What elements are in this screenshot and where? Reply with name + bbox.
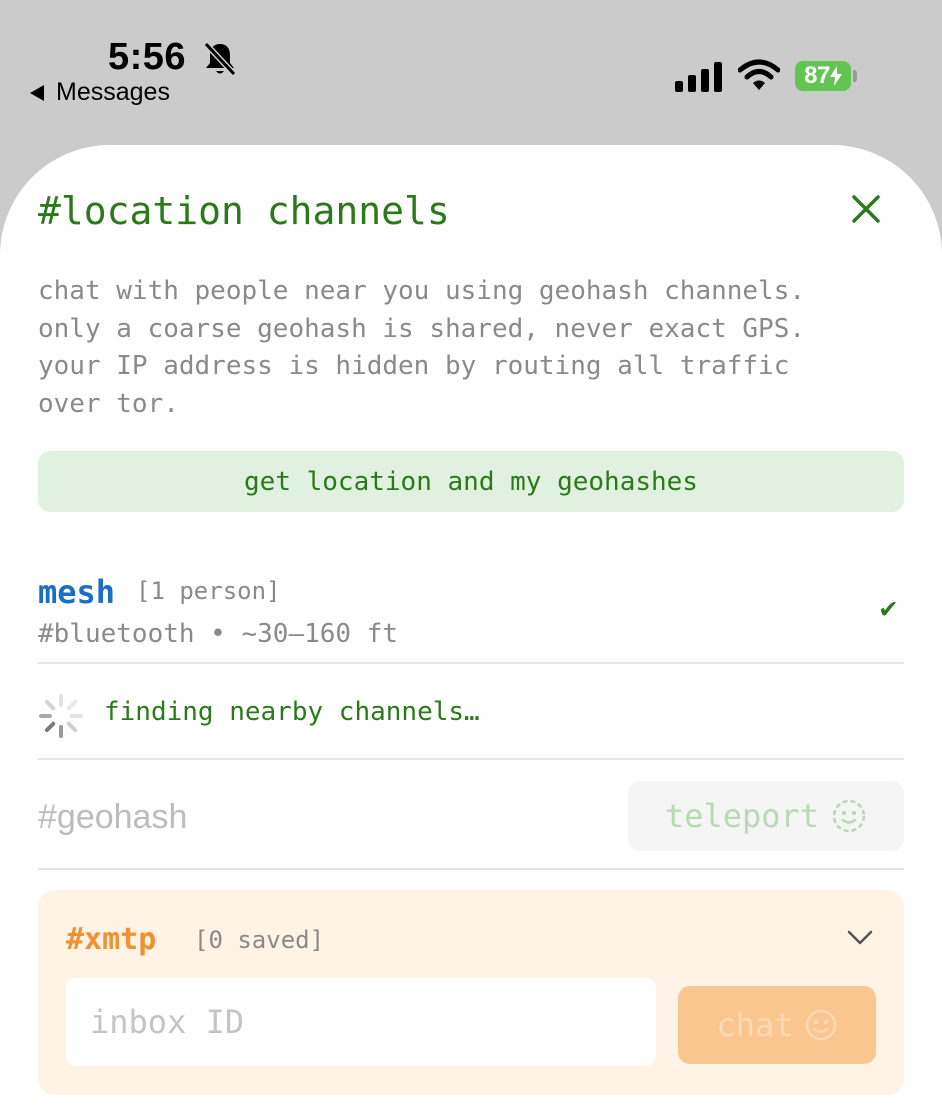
charging-bolt-icon <box>829 66 842 86</box>
cellular-signal-icon <box>675 62 722 92</box>
chat-label: chat <box>716 1006 794 1044</box>
check-icon: ✔ <box>880 591 897 624</box>
xmtp-card: #xmtp [0 saved] chat <box>38 890 904 1095</box>
status-bar: 5:56 Messages 87 <box>0 0 942 145</box>
battery-cap <box>853 70 857 82</box>
inbox-id-input[interactable] <box>66 978 656 1066</box>
bell-slash-icon <box>203 41 237 77</box>
battery-indicator: 87 <box>795 61 851 91</box>
close-icon[interactable] <box>850 193 882 225</box>
back-arrow-icon <box>30 84 44 101</box>
divider <box>38 758 904 760</box>
divider <box>38 662 904 664</box>
geohash-input[interactable] <box>38 793 598 841</box>
dashed-face-icon <box>832 799 866 833</box>
divider <box>38 868 904 870</box>
teleport-button[interactable]: teleport <box>628 781 904 851</box>
xmtp-saved-count: [0 saved] <box>194 926 325 954</box>
teleport-label: teleport <box>664 797 820 835</box>
finding-status-text: finding nearby channels… <box>104 697 480 727</box>
mesh-channel-name: mesh <box>38 573 116 611</box>
mesh-person-count: [1 person] <box>136 577 281 605</box>
back-to-messages-link[interactable]: Messages <box>30 78 170 107</box>
sheet-title: #location channels <box>38 189 450 233</box>
sheet-description: chat with people near you using geohash … <box>38 276 806 419</box>
get-location-button[interactable]: get location and my geohashes <box>38 451 904 512</box>
wifi-icon <box>738 59 780 90</box>
mesh-channel-row[interactable]: mesh [1 person] #bluetooth • ~30–160 ft … <box>38 565 904 665</box>
battery-level: 87 <box>804 62 830 89</box>
spinner-icon <box>39 694 83 738</box>
location-channels-sheet: #location channels chat with people near… <box>0 145 942 1105</box>
chevron-down-icon[interactable] <box>846 926 874 948</box>
back-label: Messages <box>56 78 170 106</box>
status-time: 5:56 <box>108 36 187 78</box>
xmtp-title: #xmtp <box>66 922 157 957</box>
mesh-channel-subtitle: #bluetooth • ~30–160 ft <box>38 619 399 649</box>
chat-button[interactable]: chat <box>678 986 876 1064</box>
face-icon <box>805 1009 836 1041</box>
